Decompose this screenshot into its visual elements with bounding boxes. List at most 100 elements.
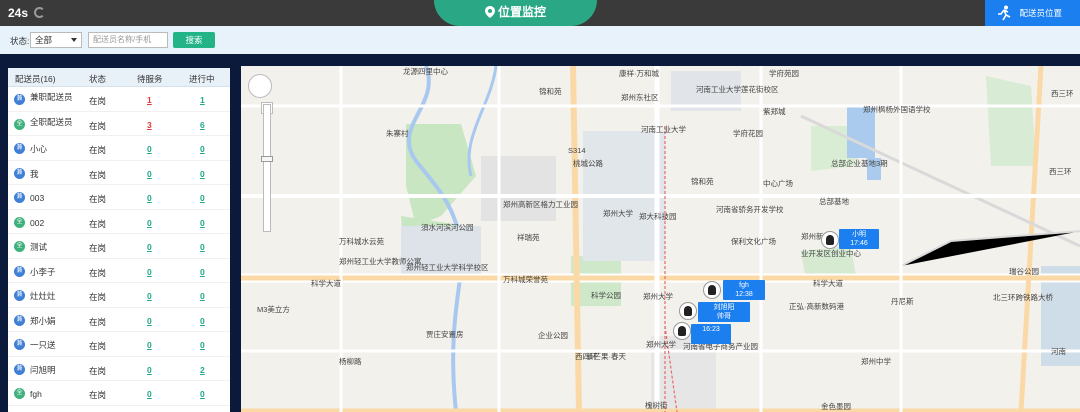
in-progress-count-link[interactable]: 6 bbox=[200, 120, 205, 130]
table-row[interactable]: 兼小心 在岗 0 0 bbox=[8, 136, 230, 161]
courier-name: 闫旭明 bbox=[30, 364, 56, 375]
pending-count-link[interactable]: 0 bbox=[147, 316, 152, 326]
pending-count-link[interactable]: 0 bbox=[147, 193, 152, 203]
pending-count-link[interactable]: 0 bbox=[147, 144, 152, 154]
table-row[interactable]: 兼小李子 在岗 0 0 bbox=[8, 259, 230, 283]
refresh-timer: 24s bbox=[8, 6, 29, 20]
in-progress-count-link[interactable]: 0 bbox=[200, 316, 205, 326]
courier-avatar-icon[interactable] bbox=[703, 281, 721, 299]
table-row[interactable]: 兼 003 在岗 0 0 bbox=[8, 185, 230, 210]
map-place-label: 紫郑城 bbox=[763, 107, 786, 116]
courier-type-badge: 兼 bbox=[14, 143, 25, 154]
map-place-label: 中心广场 bbox=[763, 179, 793, 188]
map-place-label: 科学大道 bbox=[813, 279, 843, 288]
zoom-slider[interactable] bbox=[263, 104, 271, 232]
map-place-label: 总部基地 bbox=[819, 197, 849, 206]
in-progress-count-link[interactable]: 0 bbox=[200, 193, 205, 203]
status-select[interactable]: 全部 bbox=[30, 32, 82, 48]
page-title-text: 位置监控 bbox=[497, 5, 546, 19]
map-pan-control[interactable] bbox=[248, 74, 272, 98]
courier-type-badge: 兼 bbox=[14, 363, 25, 375]
courier-name: fgh bbox=[30, 389, 42, 399]
courier-avatar-icon[interactable] bbox=[821, 231, 839, 249]
courier-location-label: 配送员位置 bbox=[1019, 8, 1062, 18]
courier-status: 在岗 bbox=[89, 292, 107, 302]
courier-type-badge: 全 bbox=[14, 388, 25, 399]
table-row[interactable]: 兼兼职配送员 在岗 1 1 bbox=[8, 87, 230, 112]
pending-count-link[interactable]: 1 bbox=[147, 95, 152, 105]
in-progress-count-link[interactable]: 0 bbox=[200, 169, 205, 179]
courier-type-badge: 兼 bbox=[14, 339, 25, 350]
search-button[interactable]: 搜索 bbox=[173, 32, 215, 48]
pending-count-link[interactable]: 0 bbox=[147, 389, 152, 399]
marker-name: 小明 bbox=[852, 231, 866, 238]
table-row[interactable]: 兼我 在岗 0 0 bbox=[8, 161, 230, 185]
table-row[interactable]: 全 fgh 在岗 0 0 bbox=[8, 381, 230, 406]
map-view[interactable]: 龙源四里中心 锦和苑 康祥·万和城 学府苑园 郑州东社区 河南工业大学莲花街校区 紫郑城 郑州… bbox=[241, 66, 1080, 412]
map-place-label: 丹尼斯 bbox=[891, 297, 914, 306]
map-place-label: 須水河滨河公园 bbox=[421, 223, 474, 232]
table-row[interactable]: 全 002 在岗 0 0 bbox=[8, 210, 230, 234]
courier-status: 在岗 bbox=[89, 194, 107, 204]
pending-count-link[interactable]: 0 bbox=[147, 169, 152, 179]
zoom-slider-thumb[interactable] bbox=[261, 156, 273, 162]
marker-name: fgh bbox=[739, 282, 749, 289]
pending-count-link[interactable]: 0 bbox=[147, 340, 152, 350]
pending-count-link[interactable]: 0 bbox=[147, 291, 152, 301]
pending-count-link[interactable]: 0 bbox=[147, 267, 152, 277]
courier-type-badge: 兼 bbox=[14, 192, 25, 203]
table-row[interactable]: 兼闫旭明 在岗 0 2 bbox=[8, 357, 230, 381]
table-row[interactable]: 兼郑小娟 在岗 0 0 bbox=[8, 308, 230, 332]
in-progress-count-link[interactable]: 0 bbox=[200, 389, 205, 399]
map-place-label: 正弘·高新数码港 bbox=[789, 302, 844, 311]
map-place-label: 万科城水云苑 bbox=[339, 237, 384, 246]
courier-avatar-icon[interactable] bbox=[673, 322, 691, 340]
in-progress-count-link[interactable]: 0 bbox=[200, 242, 205, 252]
courier-name: 002 bbox=[30, 217, 45, 228]
col-in-progress: 进行中 bbox=[189, 74, 215, 84]
courier-rows: 兼兼职配送员 在岗 1 1 全全职配送员 在岗 3 6 兼小心 在岗 0 0 兼我在岗 0 0 兼 003 在岗 0… bbox=[8, 87, 230, 406]
map-place-label: 郑州东社区 bbox=[621, 93, 659, 102]
map-place-label: 河南省骄务开发学校 bbox=[716, 205, 784, 214]
courier-location-button[interactable]: 配送员位置 bbox=[985, 0, 1080, 26]
courier-type-badge: 全 bbox=[14, 241, 25, 252]
pending-count-link[interactable]: 3 bbox=[147, 120, 152, 130]
in-progress-count-link[interactable]: 0 bbox=[200, 144, 205, 154]
map-controls bbox=[248, 74, 273, 232]
courier-marker-label[interactable]: 小明 17:46 bbox=[839, 229, 879, 249]
in-progress-count-link[interactable]: 0 bbox=[200, 267, 205, 277]
table-row[interactable]: 兼灶灶灶 在岗 0 0 bbox=[8, 283, 230, 308]
courier-marker-label[interactable]: 刘旭阳 帅哥 bbox=[698, 302, 750, 322]
pending-count-link[interactable]: 0 bbox=[147, 218, 152, 228]
courier-marker-label[interactable]: 16:23 bbox=[691, 324, 731, 344]
pending-count-link[interactable]: 0 bbox=[147, 242, 152, 252]
map-place-label: 郑州大学 bbox=[603, 209, 633, 218]
courier-type-badge: 兼 bbox=[14, 314, 25, 326]
courier-name: 全职配送员 bbox=[30, 116, 73, 127]
in-progress-count-link[interactable]: 1 bbox=[200, 95, 205, 105]
in-progress-count-link[interactable]: 0 bbox=[200, 291, 205, 301]
refresh-icon[interactable] bbox=[34, 7, 45, 18]
courier-search-input[interactable]: 配送员名称/手机 bbox=[88, 32, 168, 48]
map-place-label: 万科城荣誉苑 bbox=[503, 275, 548, 284]
courier-name: 我 bbox=[30, 168, 39, 179]
courier-marker-label[interactable]: fgh 12:38 bbox=[723, 280, 765, 300]
in-progress-count-link[interactable]: 0 bbox=[200, 218, 205, 228]
marker-time: 12:38 bbox=[735, 291, 753, 298]
in-progress-count-link[interactable]: 2 bbox=[200, 365, 205, 375]
pending-count-link[interactable]: 0 bbox=[147, 365, 152, 375]
in-progress-count-link[interactable]: 0 bbox=[200, 340, 205, 350]
col-pending: 待服务 bbox=[137, 74, 163, 84]
table-header: 配送员(16) 状态 待服务 进行中 bbox=[8, 68, 230, 87]
courier-name: 一只送 bbox=[30, 340, 56, 350]
courier-name: 兼职配送员 bbox=[30, 92, 73, 102]
map-place-label: 总部企业基地3期 bbox=[831, 159, 888, 168]
map-place-label: 保利文化广场 bbox=[731, 237, 776, 246]
status-filter-label: 状态: bbox=[10, 36, 30, 46]
table-row[interactable]: 全测试 在岗 0 0 bbox=[8, 234, 230, 259]
page-title: 位置监控 bbox=[434, 0, 597, 26]
table-row[interactable]: 兼一只送 在岗 0 0 bbox=[8, 332, 230, 357]
courier-avatar-icon[interactable] bbox=[679, 302, 697, 320]
map-place-label: 科学公园 bbox=[591, 291, 621, 300]
table-row[interactable]: 全全职配送员 在岗 3 6 bbox=[8, 112, 230, 136]
